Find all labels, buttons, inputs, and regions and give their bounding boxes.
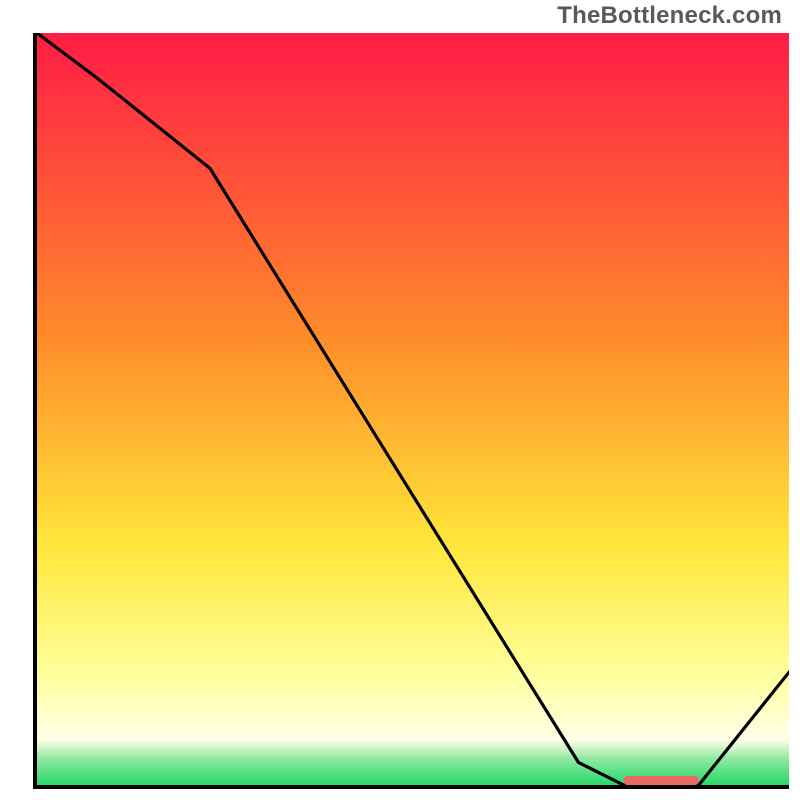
plot-area [33, 33, 789, 789]
chart-frame: TheBottleneck.com [0, 0, 800, 800]
watermark-text: TheBottleneck.com [557, 2, 782, 30]
optimal-marker [37, 33, 789, 785]
